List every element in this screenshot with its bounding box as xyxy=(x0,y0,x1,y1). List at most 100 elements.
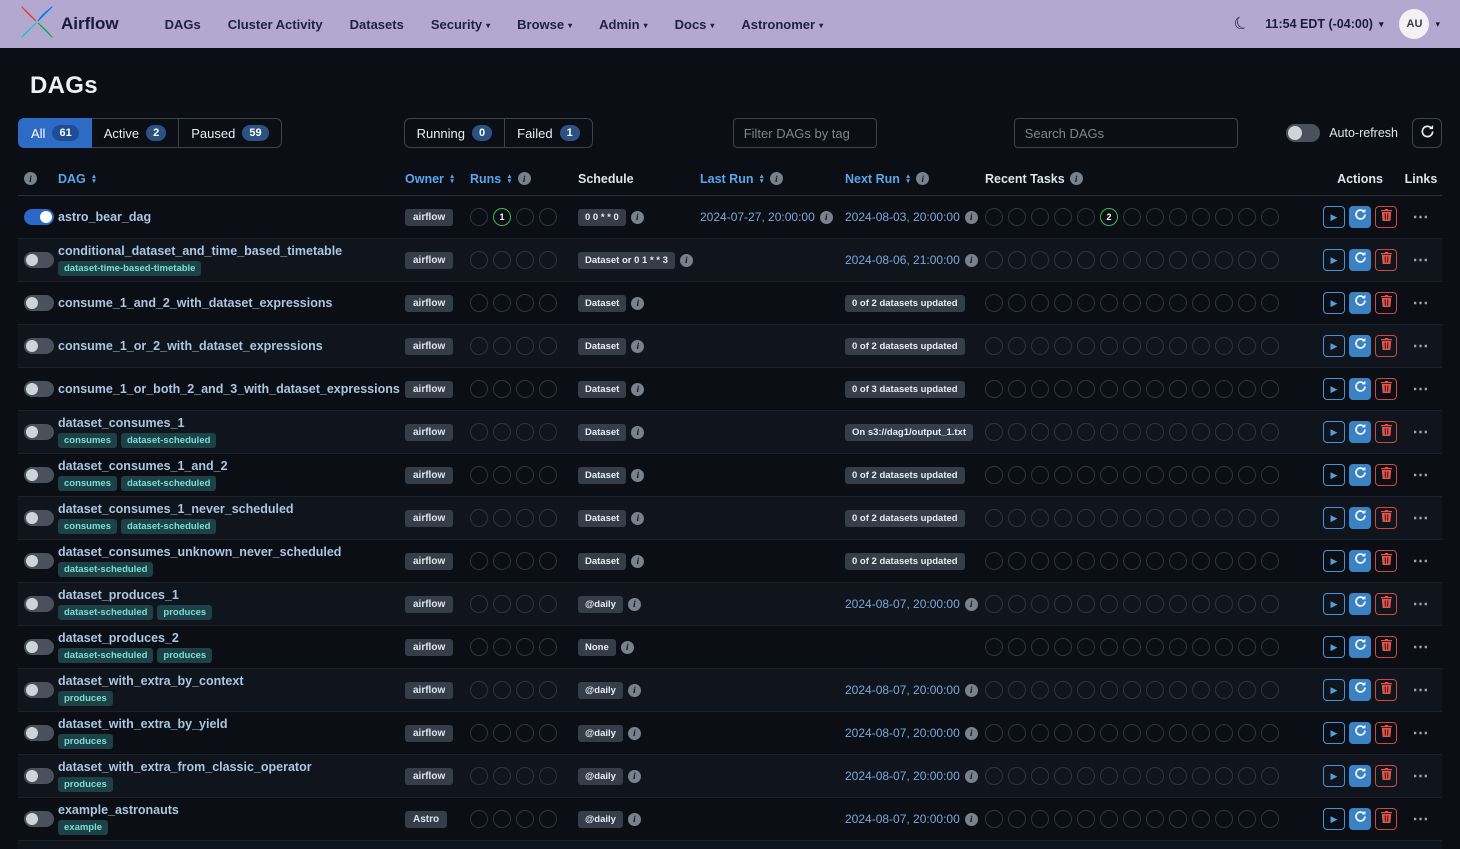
status-circle[interactable] xyxy=(1192,681,1210,699)
schedule-info-icon[interactable]: i xyxy=(628,770,641,783)
status-circle[interactable] xyxy=(1238,595,1256,613)
dag-tag[interactable]: dataset-scheduled xyxy=(58,605,153,620)
dag-tag[interactable]: produces xyxy=(157,605,212,620)
status-circle[interactable] xyxy=(539,208,557,226)
status-circle[interactable] xyxy=(1100,724,1118,742)
status-circle[interactable] xyxy=(1054,810,1072,828)
schedule-badge[interactable]: None xyxy=(578,639,616,656)
dag-links-menu[interactable]: ⋯ xyxy=(1413,422,1430,442)
last-run-info-icon[interactable]: i xyxy=(820,211,833,224)
status-circle[interactable] xyxy=(1123,767,1141,785)
next-run-info-icon[interactable]: i xyxy=(916,172,929,185)
delete-dag-button[interactable] xyxy=(1375,378,1397,400)
schedule-badge[interactable]: @daily xyxy=(578,725,623,742)
status-circle[interactable] xyxy=(1192,380,1210,398)
status-circle[interactable] xyxy=(493,251,511,269)
reparse-dag-button[interactable] xyxy=(1349,464,1371,486)
schedule-badge[interactable]: @daily xyxy=(578,682,623,699)
next-run-info-icon[interactable]: i xyxy=(965,684,978,697)
dag-links-menu[interactable]: ⋯ xyxy=(1413,336,1430,356)
trigger-dag-button[interactable]: ▶ xyxy=(1323,765,1345,787)
status-circle[interactable] xyxy=(1146,509,1164,527)
status-circle[interactable] xyxy=(539,294,557,312)
dag-tag[interactable]: produces xyxy=(58,734,113,749)
status-circle[interactable] xyxy=(985,294,1003,312)
status-circle[interactable] xyxy=(1215,208,1233,226)
trigger-dag-button[interactable]: ▶ xyxy=(1323,507,1345,529)
filter-all-button[interactable]: All 61 xyxy=(18,118,92,148)
schedule-badge[interactable]: @daily xyxy=(578,811,623,828)
status-circle[interactable] xyxy=(1100,767,1118,785)
status-circle[interactable] xyxy=(1215,380,1233,398)
delete-dag-button[interactable] xyxy=(1375,249,1397,271)
status-circle[interactable] xyxy=(470,466,488,484)
dag-pause-toggle[interactable] xyxy=(24,596,54,612)
trigger-dag-button[interactable]: ▶ xyxy=(1323,550,1345,572)
status-circle[interactable] xyxy=(1054,681,1072,699)
schedule-info-icon[interactable]: i xyxy=(680,254,693,267)
status-circle[interactable] xyxy=(1192,294,1210,312)
status-circle[interactable] xyxy=(1123,337,1141,355)
status-circle[interactable] xyxy=(493,595,511,613)
dag-pause-toggle[interactable] xyxy=(24,381,54,397)
status-circle[interactable] xyxy=(1100,595,1118,613)
status-circle[interactable] xyxy=(493,681,511,699)
status-circle[interactable] xyxy=(493,423,511,441)
status-circle[interactable] xyxy=(985,509,1003,527)
status-circle[interactable] xyxy=(1123,509,1141,527)
dag-tag[interactable]: dataset-scheduled xyxy=(121,433,216,448)
status-circle[interactable] xyxy=(985,552,1003,570)
timezone-dropdown[interactable]: 11:54 EDT (-04:00) ▾ xyxy=(1265,17,1383,31)
user-menu[interactable]: AU ▾ xyxy=(1399,9,1440,39)
dag-tag[interactable]: dataset-scheduled xyxy=(121,476,216,491)
status-circle[interactable] xyxy=(1123,466,1141,484)
status-circle[interactable] xyxy=(1215,509,1233,527)
next-run-dataset-badge[interactable]: 0 of 2 datasets updated xyxy=(845,510,965,527)
status-circle[interactable] xyxy=(1100,337,1118,355)
status-circle[interactable] xyxy=(1100,423,1118,441)
status-circle[interactable] xyxy=(539,509,557,527)
next-run-info-icon[interactable]: i xyxy=(965,598,978,611)
status-circle[interactable] xyxy=(1146,552,1164,570)
status-circle[interactable] xyxy=(1077,294,1095,312)
next-run-date[interactable]: 2024-08-07, 20:00:00 xyxy=(845,726,960,740)
next-run-date[interactable]: 2024-08-07, 20:00:00 xyxy=(845,812,960,826)
nav-item-security[interactable]: Security▾ xyxy=(431,17,490,32)
status-circle[interactable] xyxy=(1169,466,1187,484)
status-circle[interactable] xyxy=(1215,294,1233,312)
status-circle[interactable] xyxy=(1192,251,1210,269)
schedule-info-icon[interactable]: i xyxy=(631,383,644,396)
status-circle[interactable] xyxy=(493,337,511,355)
status-circle[interactable] xyxy=(1100,552,1118,570)
status-circle[interactable] xyxy=(1077,681,1095,699)
status-circle[interactable] xyxy=(1261,595,1279,613)
dag-pause-toggle[interactable] xyxy=(24,424,54,440)
delete-dag-button[interactable] xyxy=(1375,550,1397,572)
status-circle[interactable] xyxy=(1031,810,1049,828)
status-circle[interactable] xyxy=(1192,638,1210,656)
status-circle[interactable] xyxy=(516,251,534,269)
column-header-last-run[interactable]: Last Run ▲▼ i xyxy=(700,172,845,186)
status-circle[interactable]: 2 xyxy=(1100,208,1118,226)
status-circle[interactable] xyxy=(1077,810,1095,828)
status-circle[interactable] xyxy=(493,724,511,742)
status-circle[interactable] xyxy=(1054,552,1072,570)
status-circle[interactable] xyxy=(470,509,488,527)
status-circle[interactable] xyxy=(470,767,488,785)
dag-tag[interactable]: dataset-scheduled xyxy=(58,648,153,663)
status-circle[interactable] xyxy=(1054,724,1072,742)
reparse-dag-button[interactable] xyxy=(1349,679,1371,701)
next-run-dataset-badge[interactable]: 0 of 3 datasets updated xyxy=(845,381,965,398)
status-circle[interactable] xyxy=(1146,294,1164,312)
status-circle[interactable] xyxy=(1123,552,1141,570)
status-circle[interactable] xyxy=(1238,337,1256,355)
status-circle[interactable] xyxy=(1261,337,1279,355)
status-circle[interactable] xyxy=(1031,466,1049,484)
reparse-dag-button[interactable] xyxy=(1349,335,1371,357)
status-circle[interactable] xyxy=(985,595,1003,613)
dag-tag[interactable]: produces xyxy=(58,777,113,792)
status-circle[interactable] xyxy=(1238,638,1256,656)
status-circle[interactable] xyxy=(1238,423,1256,441)
dag-link[interactable]: dataset_with_extra_by_yield xyxy=(58,717,228,731)
status-circle[interactable] xyxy=(516,294,534,312)
